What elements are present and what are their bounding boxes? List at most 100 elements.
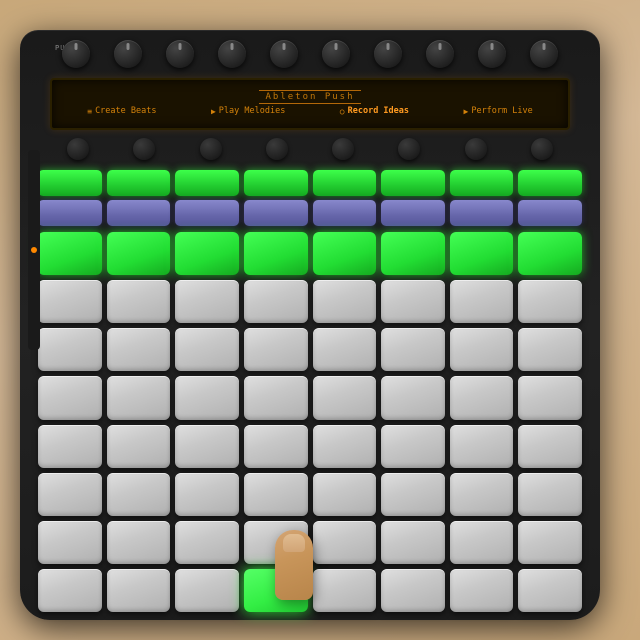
green-btn-2[interactable] xyxy=(107,170,171,196)
pad-3-5[interactable] xyxy=(381,376,445,419)
menu-item-play-melodies[interactable]: ▶ Play Melodies xyxy=(211,106,285,116)
menu-item-perform-live[interactable]: ▶ Perform Live xyxy=(464,106,533,116)
encoder-5[interactable] xyxy=(332,138,354,160)
pad-3-1[interactable] xyxy=(107,376,171,419)
pad-3-6[interactable] xyxy=(450,376,514,419)
encoder-4[interactable] xyxy=(266,138,288,160)
pad-0-4[interactable] xyxy=(313,232,377,275)
knob-1[interactable] xyxy=(62,40,90,68)
encoder-8[interactable] xyxy=(531,138,553,160)
menu-item-create-beats[interactable]: ≡ Create Beats xyxy=(87,106,156,116)
pad-1-1[interactable] xyxy=(107,280,171,323)
pad-5-7[interactable] xyxy=(518,473,582,516)
pad-7-1[interactable] xyxy=(107,569,171,612)
pad-6-6[interactable] xyxy=(450,521,514,564)
purple-btn-5[interactable] xyxy=(313,200,377,226)
knob-7[interactable] xyxy=(374,40,402,68)
pad-7-2[interactable] xyxy=(175,569,239,612)
pad-2-5[interactable] xyxy=(381,328,445,371)
pad-4-6[interactable] xyxy=(450,425,514,468)
pad-3-3[interactable] xyxy=(244,376,308,419)
pad-5-4[interactable] xyxy=(313,473,377,516)
pad-4-1[interactable] xyxy=(107,425,171,468)
pad-4-7[interactable] xyxy=(518,425,582,468)
green-btn-7[interactable] xyxy=(450,170,514,196)
knob-3[interactable] xyxy=(166,40,194,68)
pad-6-2[interactable] xyxy=(175,521,239,564)
pad-7-5[interactable] xyxy=(381,569,445,612)
pad-3-4[interactable] xyxy=(313,376,377,419)
pad-0-3[interactable] xyxy=(244,232,308,275)
purple-btn-4[interactable] xyxy=(244,200,308,226)
pad-2-0[interactable] xyxy=(38,328,102,371)
menu-item-record-ideas[interactable]: ○ Record Ideas xyxy=(340,106,409,116)
purple-btn-2[interactable] xyxy=(107,200,171,226)
pad-2-3[interactable] xyxy=(244,328,308,371)
pad-3-2[interactable] xyxy=(175,376,239,419)
green-btn-1[interactable] xyxy=(38,170,102,196)
pad-3-7[interactable] xyxy=(518,376,582,419)
pad-5-0[interactable] xyxy=(38,473,102,516)
green-btn-4[interactable] xyxy=(244,170,308,196)
pad-6-1[interactable] xyxy=(107,521,171,564)
purple-btn-1[interactable] xyxy=(38,200,102,226)
green-btn-6[interactable] xyxy=(381,170,445,196)
encoder-1[interactable] xyxy=(67,138,89,160)
pad-6-7[interactable] xyxy=(518,521,582,564)
pad-0-7[interactable] xyxy=(518,232,582,275)
knob-6[interactable] xyxy=(322,40,350,68)
pad-0-5[interactable] xyxy=(381,232,445,275)
encoder-6[interactable] xyxy=(398,138,420,160)
knob-4[interactable] xyxy=(218,40,246,68)
pad-0-0[interactable] xyxy=(38,232,102,275)
pad-5-6[interactable] xyxy=(450,473,514,516)
pad-1-6[interactable] xyxy=(450,280,514,323)
pad-6-5[interactable] xyxy=(381,521,445,564)
pad-2-7[interactable] xyxy=(518,328,582,371)
pad-7-7[interactable] xyxy=(518,569,582,612)
pad-5-3[interactable] xyxy=(244,473,308,516)
pad-5-1[interactable] xyxy=(107,473,171,516)
pad-4-5[interactable] xyxy=(381,425,445,468)
purple-btn-7[interactable] xyxy=(450,200,514,226)
knob-8[interactable] xyxy=(426,40,454,68)
pad-5-2[interactable] xyxy=(175,473,239,516)
encoder-2[interactable] xyxy=(133,138,155,160)
purple-btn-6[interactable] xyxy=(381,200,445,226)
green-btn-3[interactable] xyxy=(175,170,239,196)
knob-5[interactable] xyxy=(270,40,298,68)
pad-1-4[interactable] xyxy=(313,280,377,323)
pad-4-2[interactable] xyxy=(175,425,239,468)
pad-4-3[interactable] xyxy=(244,425,308,468)
pad-3-0[interactable] xyxy=(38,376,102,419)
purple-btn-3[interactable] xyxy=(175,200,239,226)
knob-2[interactable] xyxy=(114,40,142,68)
pad-6-0[interactable] xyxy=(38,521,102,564)
pad-7-4[interactable] xyxy=(313,569,377,612)
pad-2-2[interactable] xyxy=(175,328,239,371)
knob-9[interactable] xyxy=(478,40,506,68)
pad-0-2[interactable] xyxy=(175,232,239,275)
pad-1-0[interactable] xyxy=(38,280,102,323)
pad-7-6[interactable] xyxy=(450,569,514,612)
pad-2-6[interactable] xyxy=(450,328,514,371)
pad-5-5[interactable] xyxy=(381,473,445,516)
pad-1-3[interactable] xyxy=(244,280,308,323)
pad-2-1[interactable] xyxy=(107,328,171,371)
pad-1-2[interactable] xyxy=(175,280,239,323)
pad-6-4[interactable] xyxy=(313,521,377,564)
pad-1-5[interactable] xyxy=(381,280,445,323)
purple-btn-8[interactable] xyxy=(518,200,582,226)
knob-10[interactable] xyxy=(530,40,558,68)
pad-2-4[interactable] xyxy=(313,328,377,371)
green-btn-8[interactable] xyxy=(518,170,582,196)
pad-1-7[interactable] xyxy=(518,280,582,323)
pad-0-6[interactable] xyxy=(450,232,514,275)
encoder-7[interactable] xyxy=(465,138,487,160)
green-btn-5[interactable] xyxy=(313,170,377,196)
pad-7-0[interactable] xyxy=(38,569,102,612)
pad-4-0[interactable] xyxy=(38,425,102,468)
pad-0-1[interactable] xyxy=(107,232,171,275)
encoder-3[interactable] xyxy=(200,138,222,160)
pad-4-4[interactable] xyxy=(313,425,377,468)
